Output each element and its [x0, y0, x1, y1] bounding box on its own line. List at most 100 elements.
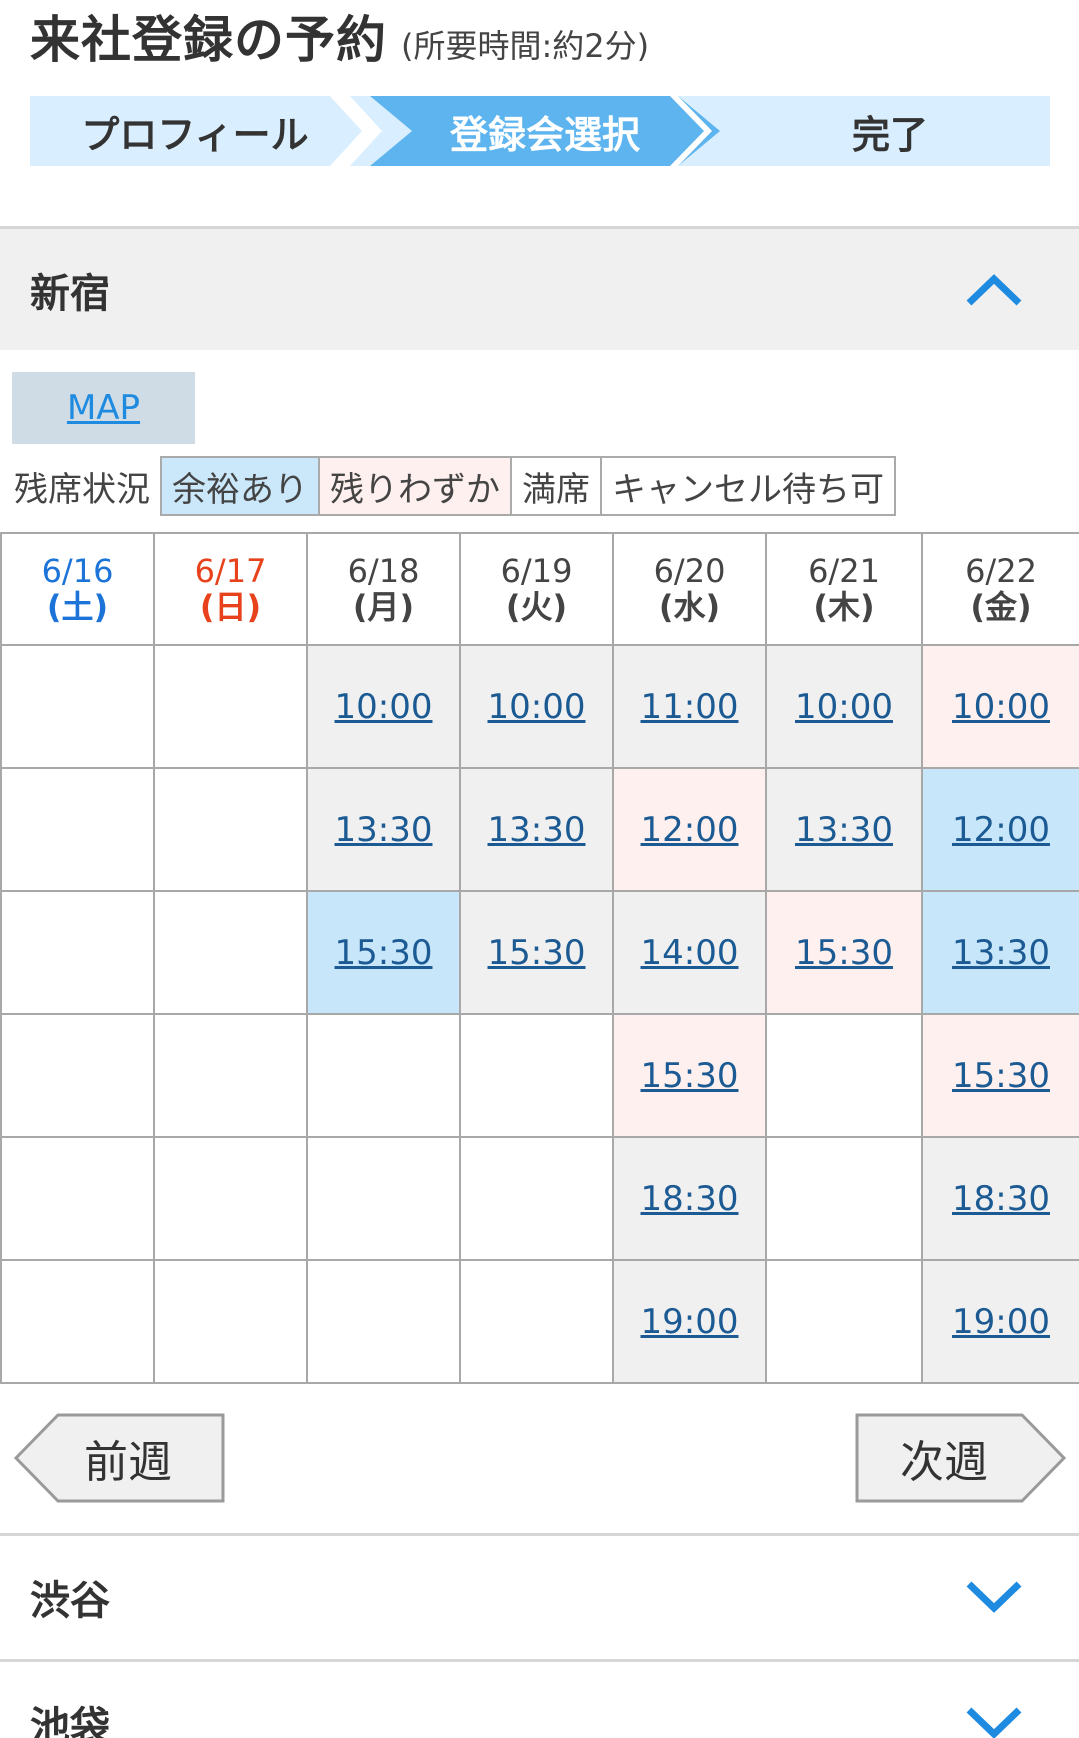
time-slot-cell: 14:00 — [612, 890, 767, 1015]
day-header: 6/19 (火) — [459, 532, 614, 646]
time-slot-cell: 15:30 — [765, 890, 923, 1015]
empty-cell — [0, 1013, 155, 1138]
time-slot-cell: 12:00 — [612, 767, 767, 892]
legend-available: 余裕あり — [162, 458, 320, 514]
time-slot-cell: 10:00 — [459, 644, 614, 769]
step-complete: 完了 — [851, 112, 928, 157]
time-row: 19:00 19:00 — [0, 1259, 1079, 1384]
empty-cell — [459, 1259, 614, 1384]
day-header: 6/18 (月) — [306, 532, 461, 646]
day-of-week: (火) — [505, 588, 568, 626]
time-slot-cell: 13:30 — [459, 767, 614, 892]
empty-cell — [459, 1136, 614, 1261]
legend-few-left: 残りわずか — [320, 458, 512, 514]
time-slot-link[interactable]: 18:30 — [952, 1179, 1050, 1219]
accordion-shibuya[interactable]: 渋谷 — [0, 1533, 1079, 1657]
accordion-ikebukuro[interactable]: 池袋 — [0, 1659, 1079, 1738]
time-slot-link[interactable]: 12:00 — [952, 810, 1050, 850]
legend-items: 余裕あり 残りわずか 満席 キャンセル待ち可 — [160, 456, 896, 516]
day-date: 6/19 — [500, 552, 573, 590]
empty-cell — [0, 767, 155, 892]
day-date: 6/22 — [965, 552, 1037, 590]
time-row: 15:30 15:30 14:00 15:30 13:30 — [0, 890, 1079, 1015]
time-slot-cell: 13:30 — [921, 890, 1079, 1015]
page-subtitle: (所要時間:約2分) — [401, 27, 650, 65]
day-header: 6/21 (木) — [765, 532, 923, 646]
day-date: 6/17 — [194, 552, 267, 590]
time-slot-link[interactable]: 15:30 — [952, 1056, 1050, 1096]
time-slot-link[interactable]: 10:00 — [952, 687, 1050, 727]
day-header: 6/20 (水) — [612, 532, 767, 646]
time-slot-link[interactable]: 13:30 — [488, 810, 586, 850]
time-slot-link[interactable]: 10:00 — [335, 687, 433, 727]
time-slot-cell: 15:30 — [612, 1013, 767, 1138]
step-divider-arrow — [670, 96, 712, 166]
day-date: 6/21 — [808, 552, 880, 590]
empty-cell — [0, 1136, 155, 1261]
empty-cell — [765, 1013, 923, 1138]
page-title-row: 来社登録の予約 (所要時間:約2分) — [30, 0, 649, 69]
empty-cell — [765, 1259, 923, 1384]
time-row: 10:00 10:00 11:00 10:00 10:00 — [0, 644, 1079, 769]
time-slot-link[interactable]: 19:00 — [641, 1302, 739, 1342]
time-slot-link[interactable]: 10:00 — [488, 687, 586, 727]
time-slot-cell: 15:30 — [306, 890, 461, 1015]
day-of-week: (日) — [199, 588, 262, 626]
day-header: 6/22 (金) — [921, 532, 1079, 646]
next-week-button[interactable]: 次週 — [854, 1413, 1066, 1503]
step-session-select: 登録会選択 — [370, 96, 720, 166]
day-of-week: (月) — [352, 588, 415, 626]
accordion-label: 渋谷 — [30, 1577, 110, 1624]
empty-cell — [765, 1136, 923, 1261]
time-slot-link[interactable]: 15:30 — [795, 933, 893, 973]
time-slot-link[interactable]: 15:30 — [488, 933, 586, 973]
empty-cell — [306, 1013, 461, 1138]
accordion-shinjuku[interactable]: 新宿 — [0, 226, 1079, 350]
time-slot-link[interactable]: 14:00 — [641, 933, 739, 973]
time-slot-cell: 19:00 — [612, 1259, 767, 1384]
time-slot-cell: 15:30 — [921, 1013, 1079, 1138]
time-slot-cell: 18:30 — [921, 1136, 1079, 1261]
time-slot-link[interactable]: 13:30 — [952, 933, 1050, 973]
time-slot-cell: 13:30 — [306, 767, 461, 892]
legend-full: 満席 — [512, 458, 602, 514]
time-slot-cell: 10:00 — [921, 644, 1079, 769]
chevron-down-icon[interactable] — [964, 1576, 1024, 1616]
chevron-down-icon[interactable] — [964, 1702, 1024, 1738]
availability-legend: 残席状況 余裕あり 残りわずか 満席 キャンセル待ち可 — [14, 456, 896, 516]
chevron-up-icon[interactable] — [964, 269, 1024, 309]
time-slot-cell: 10:00 — [765, 644, 923, 769]
legend-waitlist: キャンセル待ち可 — [602, 458, 894, 514]
time-slot-link[interactable]: 12:00 — [641, 810, 739, 850]
time-slot-link[interactable]: 13:30 — [795, 810, 893, 850]
step-progress-bar: プロフィール 登録会選択 完了 — [30, 96, 1050, 166]
day-date: 6/18 — [347, 552, 420, 590]
day-header: 6/16 (土) — [0, 532, 155, 646]
prev-week-label: 前週 — [84, 1437, 172, 1488]
time-slot-link[interactable]: 15:30 — [641, 1056, 739, 1096]
time-slot-link[interactable]: 18:30 — [641, 1179, 739, 1219]
time-row: 18:30 18:30 — [0, 1136, 1079, 1261]
day-date: 6/20 — [653, 552, 726, 590]
day-of-week: (金) — [970, 588, 1032, 626]
time-slot-link[interactable]: 11:00 — [641, 687, 739, 727]
map-button[interactable]: MAP — [12, 372, 195, 444]
empty-cell — [153, 890, 308, 1015]
time-slot-link[interactable]: 19:00 — [952, 1302, 1050, 1342]
page-title: 来社登録の予約 — [30, 11, 387, 69]
time-slot-link[interactable]: 13:30 — [335, 810, 433, 850]
calendar-body: 10:00 10:00 11:00 10:00 10:00 13:30 13:30 12:00… — [0, 644, 1079, 1384]
time-slot-link[interactable]: 15:30 — [335, 933, 433, 973]
time-slot-cell: 10:00 — [306, 644, 461, 769]
legend-title: 残席状況 — [14, 469, 150, 510]
time-slot-cell: 11:00 — [612, 644, 767, 769]
day-of-week: (木) — [813, 588, 875, 626]
time-slot-cell: 12:00 — [921, 767, 1079, 892]
time-slot-cell: 19:00 — [921, 1259, 1079, 1384]
time-slot-link[interactable]: 10:00 — [795, 687, 893, 727]
time-slot-cell: 13:30 — [765, 767, 923, 892]
day-of-week: (土) — [46, 588, 109, 626]
time-slot-cell: 18:30 — [612, 1136, 767, 1261]
time-slot-cell: 15:30 — [459, 890, 614, 1015]
prev-week-button[interactable]: 前週 — [14, 1413, 226, 1503]
